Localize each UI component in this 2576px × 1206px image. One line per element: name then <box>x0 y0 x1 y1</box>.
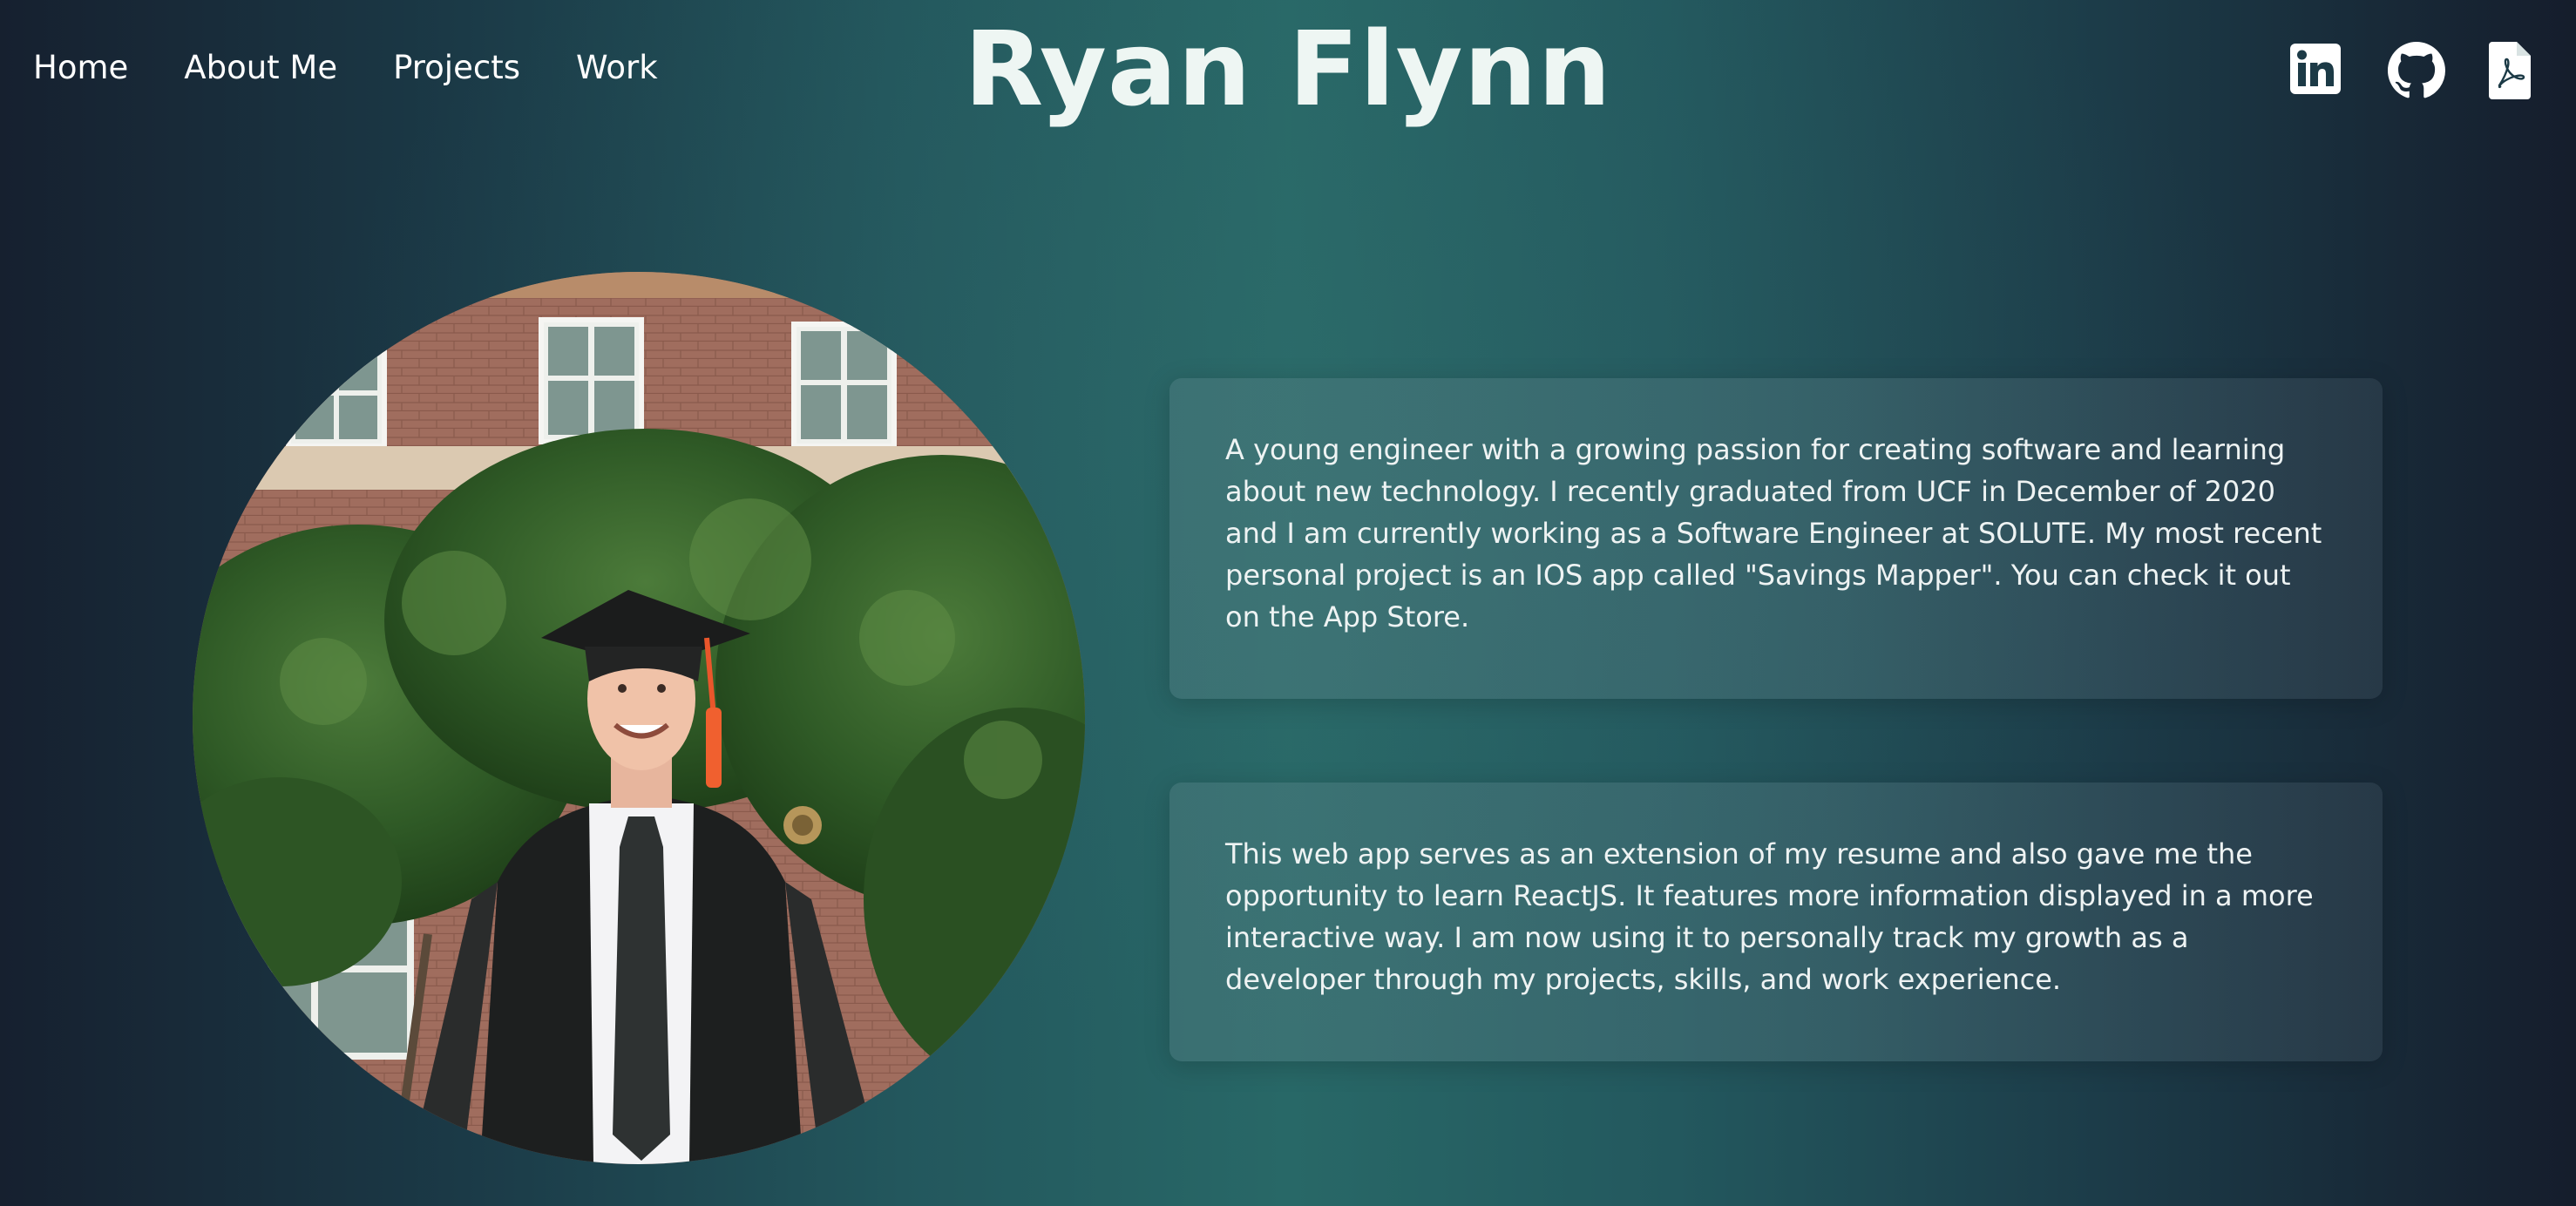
linkedin-icon[interactable] <box>2288 42 2342 99</box>
about-paragraph-webapp: This web app serves as an extension of m… <box>1225 837 2314 996</box>
social-links <box>2288 42 2541 99</box>
page-title: Ryan Flynn <box>964 9 1612 129</box>
about-paragraph-intro: A young engineer with a growing passion … <box>1225 433 2322 633</box>
about-card-webapp: This web app serves as an extension of m… <box>1169 783 2383 1061</box>
profile-photo <box>193 272 1085 1164</box>
pdf-resume-icon[interactable] <box>2487 42 2541 99</box>
about-card-intro: A young engineer with a growing passion … <box>1169 378 2383 699</box>
github-icon[interactable] <box>2388 42 2445 99</box>
